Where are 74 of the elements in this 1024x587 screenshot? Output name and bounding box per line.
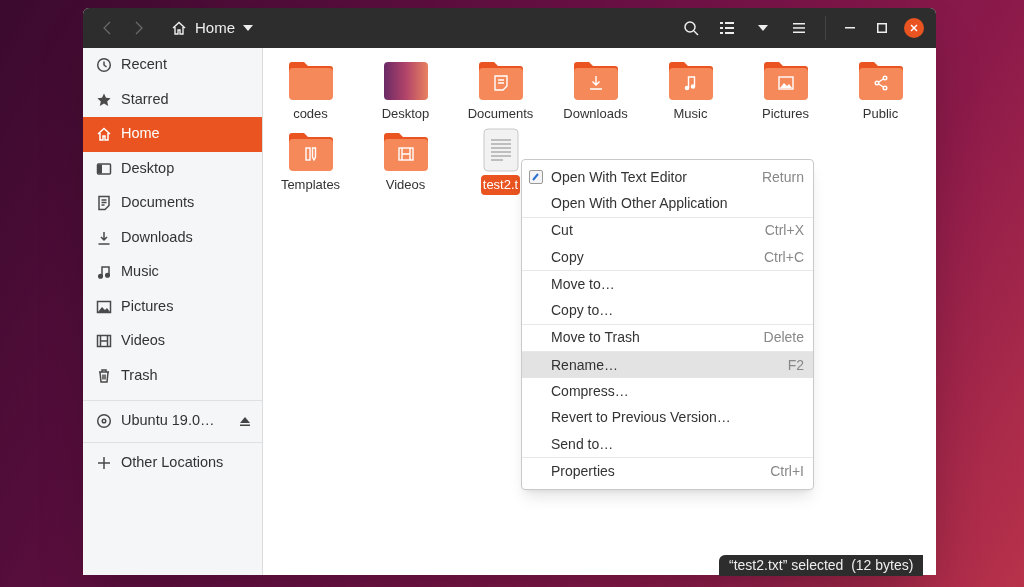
sidebar-item[interactable]: Music bbox=[83, 255, 262, 290]
maximize-icon bbox=[877, 23, 887, 33]
menu-item[interactable]: Move to… bbox=[522, 271, 813, 298]
status-bar: “test2.txt” selected (12 bytes) bbox=[719, 555, 924, 576]
shortcut-label: F2 bbox=[787, 355, 804, 375]
film-icon bbox=[96, 333, 112, 350]
shortcut-label: Delete bbox=[763, 328, 804, 348]
sidebar-item[interactable]: Documents bbox=[83, 186, 262, 221]
menu-item[interactable]: Properties Ctrl+I bbox=[522, 458, 813, 485]
shortcut-label: Ctrl+X bbox=[764, 221, 804, 241]
download-icon bbox=[96, 229, 112, 246]
folder-icon bbox=[856, 59, 905, 101]
menu-item[interactable]: Move to Trash Delete bbox=[522, 324, 813, 352]
menu-icon bbox=[793, 23, 805, 33]
sidebar-item[interactable]: Desktop bbox=[83, 151, 262, 186]
music-icon bbox=[96, 264, 112, 281]
desktop-folder-icon bbox=[382, 61, 429, 101]
menu-item[interactable]: Open With Text Editor Return bbox=[522, 164, 813, 191]
folder-icon bbox=[476, 59, 525, 101]
file-name[interactable]: Downloads bbox=[561, 104, 630, 124]
sidebar-item[interactable]: Downloads bbox=[83, 220, 262, 255]
file-name[interactable]: Music bbox=[671, 104, 710, 124]
sidebar-item[interactable]: Recent bbox=[83, 48, 262, 83]
sidebar-item[interactable]: Videos bbox=[83, 324, 262, 359]
file-name[interactable]: Desktop bbox=[379, 104, 432, 124]
menu-item[interactable]: Rename… F2 bbox=[522, 352, 813, 379]
caret-icon bbox=[243, 25, 253, 31]
document-icon bbox=[96, 195, 112, 212]
file-name[interactable]: Pictures bbox=[760, 104, 811, 124]
folder-icon bbox=[761, 59, 810, 101]
menu-item[interactable]: Copy Ctrl+C bbox=[522, 243, 813, 271]
menu-item[interactable]: Revert to Previous Version… bbox=[522, 404, 813, 431]
eject-icon[interactable] bbox=[240, 416, 250, 426]
close-icon bbox=[910, 24, 918, 32]
sidebar-item[interactable]: Home bbox=[83, 117, 262, 152]
caret-icon bbox=[758, 25, 768, 31]
folder-icon bbox=[666, 59, 715, 101]
menu-item[interactable]: Compress… bbox=[522, 378, 813, 405]
folder-icon bbox=[286, 59, 335, 101]
menu-item[interactable]: Open With Other Application bbox=[522, 190, 813, 217]
shortcut-label: Ctrl+I bbox=[770, 461, 804, 481]
minimize-icon bbox=[845, 27, 855, 29]
folder-icon bbox=[286, 130, 335, 172]
trash-icon bbox=[96, 367, 112, 384]
text-file-icon bbox=[482, 128, 519, 172]
folder-icon bbox=[381, 130, 430, 172]
sidebar-item[interactable]: Ubuntu 19.0… bbox=[83, 404, 262, 439]
desktop-icon bbox=[96, 160, 112, 177]
clock-icon bbox=[96, 57, 112, 74]
home-icon bbox=[171, 20, 187, 36]
shortcut-label: Ctrl+C bbox=[763, 247, 804, 267]
file-name[interactable]: Public bbox=[860, 104, 901, 124]
menu-item[interactable]: Send to… bbox=[522, 430, 813, 458]
location-button[interactable]: Home bbox=[171, 12, 253, 44]
sidebar-item[interactable]: Pictures bbox=[83, 289, 262, 324]
disc-icon bbox=[96, 413, 112, 430]
folder-icon bbox=[571, 59, 620, 101]
file-name[interactable]: test2.t bbox=[480, 175, 521, 195]
sidebar-item[interactable]: Starred bbox=[83, 82, 262, 117]
shortcut-label: Return bbox=[761, 167, 804, 187]
file-name[interactable]: Templates bbox=[278, 175, 343, 195]
search-icon bbox=[683, 20, 699, 36]
close-button[interactable] bbox=[904, 18, 924, 38]
menu-item[interactable]: Cut Ctrl+X bbox=[522, 217, 813, 244]
picture-icon bbox=[96, 298, 112, 315]
list-icon bbox=[720, 22, 734, 34]
file-name[interactable]: codes bbox=[291, 104, 330, 124]
file-name[interactable]: Videos bbox=[383, 175, 428, 195]
file-name[interactable]: Documents bbox=[465, 104, 536, 124]
menu-item[interactable]: Copy to… bbox=[522, 297, 813, 324]
home-icon bbox=[96, 126, 112, 143]
plus-icon bbox=[96, 454, 112, 471]
sidebar-item[interactable]: Trash bbox=[83, 358, 262, 393]
sidebar-item[interactable]: Other Locations bbox=[83, 445, 262, 480]
